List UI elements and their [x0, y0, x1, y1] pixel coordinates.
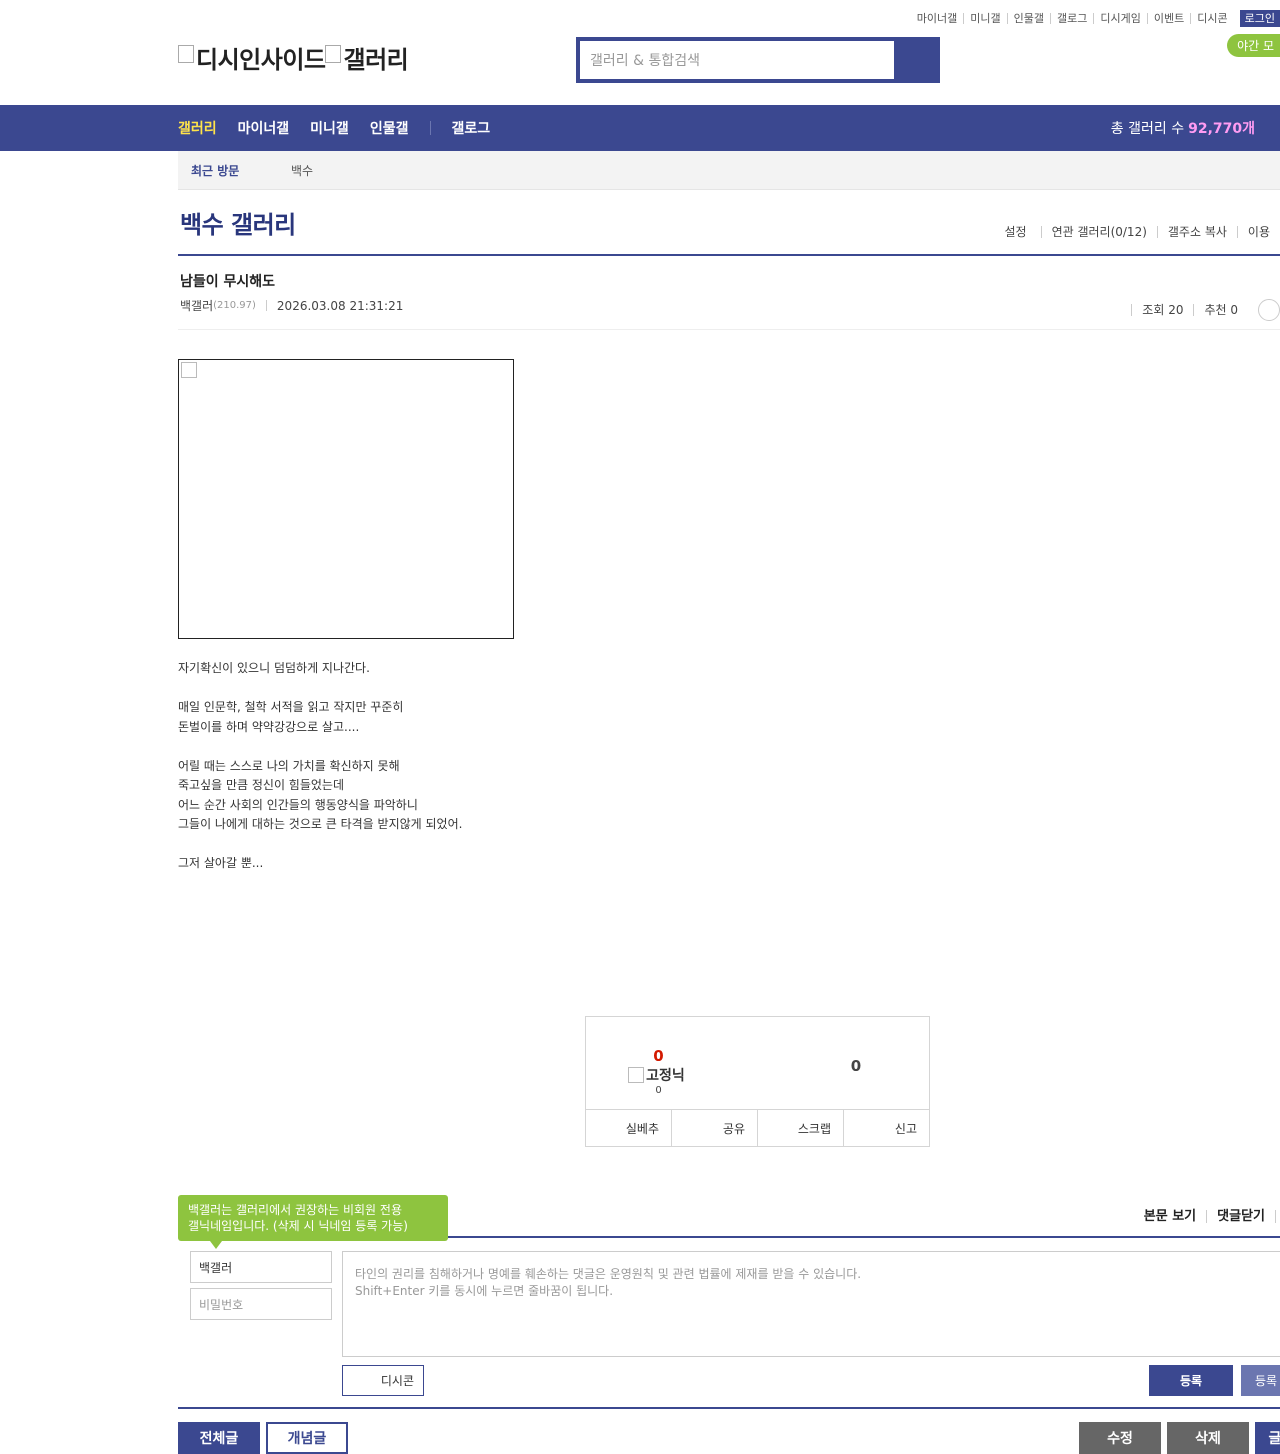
post-stats: 조회 20 추천 0	[1131, 299, 1280, 321]
recommend-up-count: 0	[653, 1047, 664, 1065]
nickname-tooltip: 백갤러는 갤러리에서 권장하는 비회원 전용 갤닉네임입니다. (삭제 시 닉네…	[178, 1195, 448, 1249]
logo-right-text: 갤러리	[343, 46, 409, 74]
comment-placeholder-line: 타인의 권리를 침해하거나 명예를 훼손하는 댓글은 운영원칙 및 관련 법률에…	[355, 1267, 862, 1281]
fixed-nick-label: 고정닉	[582, 1065, 731, 1085]
recommended-posts-button[interactable]: 개념글	[266, 1422, 348, 1454]
recent-label: 최근 방문	[191, 163, 240, 178]
util-link-game[interactable]: 디시게임	[1093, 12, 1146, 24]
util-link-mini[interactable]: 미니갤	[963, 12, 1006, 24]
view-body-link[interactable]: 본문 보기	[1134, 1210, 1206, 1223]
nav-person[interactable]: 인물갤	[370, 118, 409, 138]
usage-link[interactable]: 이용	[1236, 226, 1280, 238]
post-body-line: 그들이 나에게 대하는 것으로 큰 타격을 받지않게 되었어.	[178, 817, 463, 831]
nav-minor[interactable]: 마이너갤	[238, 118, 290, 138]
post-body-line: 매일 인문학, 철학 서적을 읽고 작지만 꾸준히	[178, 700, 404, 714]
post-title: 남들이 무시해도	[180, 274, 276, 290]
recommend-down-count[interactable]: 0	[816, 1057, 896, 1075]
post-recommends: 추천 0	[1193, 304, 1248, 316]
comment-textarea[interactable]: 타인의 권리를 침해하거나 명예를 훼손하는 댓글은 운영원칙 및 관련 법률에…	[342, 1251, 1280, 1357]
search-bar: 갤러리 & 통합검색	[576, 37, 940, 83]
post-body-line: 죽고싶을 만큼 정신이 힘들었는데	[178, 778, 345, 792]
scrap-button[interactable]: 스크랩	[757, 1110, 843, 1146]
report-button[interactable]: 신고	[843, 1110, 929, 1146]
gallery-count: 총 갤러리 수 92,770개	[1111, 105, 1255, 151]
post-body-line: 그저 살아갈 뿐...	[178, 856, 264, 870]
post-views: 조회 20	[1131, 304, 1193, 316]
password-field[interactable]: 비밀번호	[190, 1288, 332, 1320]
fixed-nick-count: 0	[655, 1085, 662, 1096]
nav-divider	[430, 121, 432, 135]
post-body-line: 돈벌이를 하며 약약강강으로 살고....	[178, 719, 360, 734]
gallery-count-label: 총 갤러리 수	[1110, 121, 1185, 137]
all-posts-button[interactable]: 전체글	[178, 1422, 260, 1454]
dccon-button[interactable]: 디시콘	[342, 1365, 424, 1396]
utility-menu: 마이너갤 미니갤 인물갤 갤로그 디시게임 이벤트 디시콘 로그인	[911, 9, 1280, 27]
post-author[interactable]: 백갤러	[180, 297, 213, 314]
nav-gallog[interactable]: 갤로그	[451, 118, 490, 138]
gallery-count-value: 92,770개	[1188, 121, 1255, 137]
gallery-settings-link[interactable]: 설정	[994, 226, 1040, 238]
tooltip-line: 백갤러는 갤러리에서 권장하는 비회원 전용	[188, 1203, 402, 1217]
refresh-comments-link[interactable]	[1275, 1210, 1280, 1223]
post-body-line: 어느 순간 사회의 인간들의 행동양식을 파악하니	[178, 797, 418, 812]
comment-view-options: 본문 보기 댓글닫기	[1134, 1210, 1280, 1223]
util-link-dccon[interactable]: 디시콘	[1190, 12, 1233, 24]
close-comments-link[interactable]: 댓글닫기	[1206, 1210, 1275, 1223]
util-link-minor[interactable]: 마이너갤	[911, 13, 963, 24]
post-date: 2026.03.08 21:31:21	[276, 298, 404, 313]
post-body-line: 어릴 때는 스스로 나의 가치를 확신하지 못해	[178, 758, 400, 773]
post-meta: 백갤러 (210.97) 2026.03.08 21:31:21	[180, 297, 403, 314]
post-body-blank	[178, 835, 462, 855]
submit-recommend-button[interactable]: 등록	[1241, 1365, 1280, 1396]
divider	[178, 254, 1280, 256]
related-gallery-link[interactable]: 연관 갤러리(0/12)	[1040, 226, 1157, 238]
post-body: 자기확신이 있으니 덤덤하게 지나간다. 매일 인문학, 철학 서적을 읽고 작지…	[178, 659, 462, 874]
share-button[interactable]: 공유	[671, 1110, 757, 1146]
broken-image-icon	[178, 44, 194, 63]
util-link-event[interactable]: 이벤트	[1146, 12, 1190, 24]
night-mode-toggle[interactable]: 야간 모	[1227, 34, 1280, 57]
fixed-nick-text: 고정닉	[646, 1068, 685, 1084]
gallery-title[interactable]: 백수 갤러리	[180, 205, 296, 240]
copy-address-link[interactable]: 갤주소 복사	[1156, 226, 1237, 238]
best-recommend-button[interactable]: 실베추	[586, 1110, 671, 1146]
nav-mini[interactable]: 미니갤	[310, 118, 349, 138]
post-author-ip: (210.97)	[213, 300, 256, 311]
recommend-actions: 실베추 공유 스크랩 신고	[586, 1109, 929, 1146]
write-button[interactable]: 글	[1255, 1422, 1280, 1454]
tooltip-line: 갤닉네임입니다. (삭제 시 닉네임 등록 가능)	[188, 1219, 408, 1233]
recommend-up[interactable]: 0 고정닉 0	[586, 1047, 731, 1096]
submit-comment-button[interactable]: 등록	[1149, 1365, 1233, 1396]
post-body-line: 자기확신이 있으니 덤덤하게 지나간다.	[178, 661, 370, 675]
logo-left-text: 디시인사이드	[196, 46, 326, 74]
edit-button[interactable]: 수정	[1079, 1422, 1161, 1454]
recommend-box: 0 고정닉 0 0 실베추 공유 스크랩 신고	[585, 1016, 930, 1147]
recent-visits: 최근 방문 백수	[178, 151, 1280, 190]
post-body-blank	[178, 679, 462, 699]
util-link-gallog[interactable]: 갤로그	[1050, 12, 1093, 24]
post-body-blank	[178, 737, 462, 757]
comment-placeholder-line: Shift+Enter 키를 동시에 누르면 줄바꿈이 됩니다.	[355, 1284, 614, 1298]
login-button[interactable]: 로그인	[1239, 9, 1280, 27]
gallery-options: 설정 연관 갤러리(0/12) 갤주소 복사 이용	[994, 226, 1280, 238]
search-input[interactable]: 갤러리 & 통합검색	[580, 41, 894, 79]
more-options-icon[interactable]	[1258, 299, 1280, 321]
post-image[interactable]	[178, 359, 514, 639]
divider	[178, 1407, 1280, 1409]
search-button[interactable]	[898, 37, 940, 83]
broken-image-icon	[325, 44, 342, 63]
divider	[178, 329, 1280, 330]
recent-item[interactable]: 백수	[291, 162, 313, 179]
util-link-person[interactable]: 인물갤	[1006, 12, 1050, 24]
nav-gallery[interactable]: 갤러리	[178, 118, 217, 138]
broken-image-icon	[628, 1067, 645, 1083]
broken-image-icon	[181, 362, 197, 378]
site-logo[interactable]: 디시인사이드 갤러리	[178, 40, 409, 75]
nickname-field[interactable]: 백갤러	[190, 1251, 332, 1283]
delete-button[interactable]: 삭제	[1167, 1422, 1249, 1454]
divider	[265, 300, 267, 311]
main-nav: 갤러리 마이너갤 미니갤 인물갤 갤로그 총 갤러리 수 92,770개	[0, 105, 1280, 151]
